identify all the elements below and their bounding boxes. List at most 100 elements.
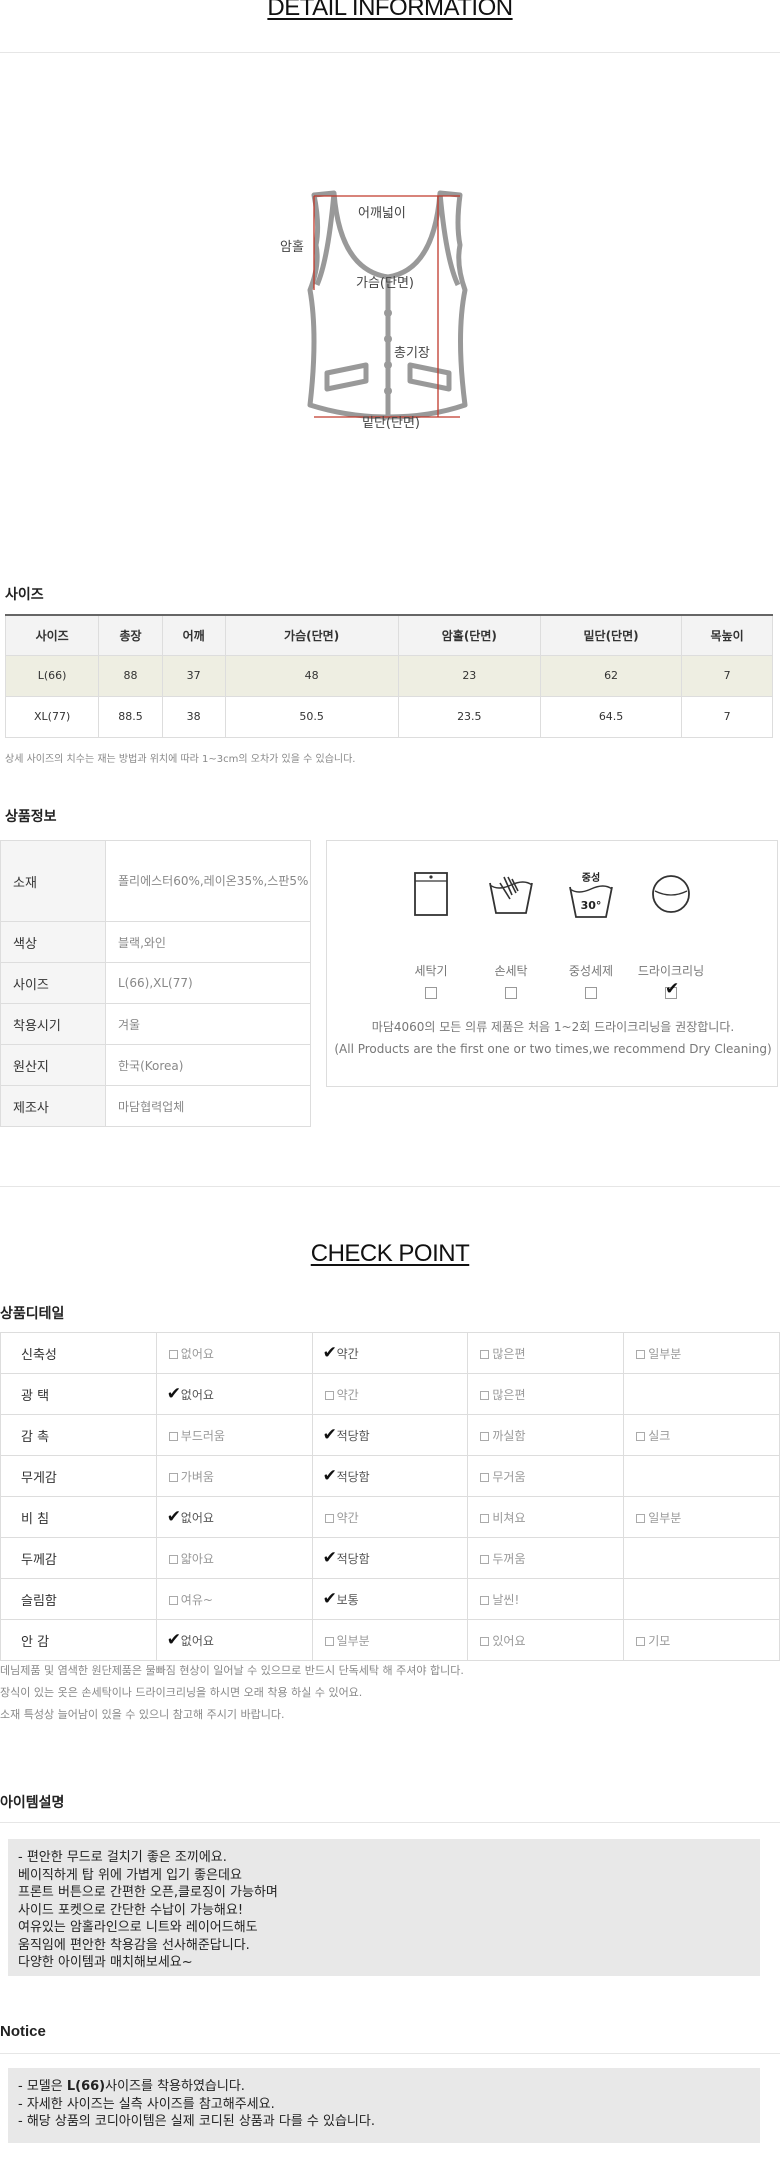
dry-cleaning-icon <box>652 875 690 913</box>
table-row: 신축성 없어요 ✔ 약간 많은편 일부분 <box>0 1332 780 1374</box>
table-row: XL(77) 88.5 38 50.5 23.5 64.5 7 <box>4 695 773 738</box>
option-label: 부드러움 <box>180 1428 225 1443</box>
check-mark-icon: ✔ <box>166 1629 182 1650</box>
check-mark-icon: ✔ <box>665 979 680 999</box>
table-row: 무게감 가벼움 ✔ 적당함 무거움 <box>0 1455 780 1497</box>
notice-text: - 모델은 <box>18 2079 67 2094</box>
size-cell: L(66) <box>4 654 100 697</box>
option-label: 많은편 <box>492 1346 526 1361</box>
checkbox-icon: ✔ <box>323 1466 337 1486</box>
table-row: 원산지 한국(Korea) <box>0 1044 311 1086</box>
item-desc-line: 다양한 아이템과 매치해보세요~ <box>18 1955 193 1970</box>
checkbox-icon <box>480 1595 490 1605</box>
checkbox-icon <box>636 1431 646 1441</box>
option-label: 약간 <box>336 1387 359 1402</box>
table-row: 소재 폴리에스터60%,레이온35%,스판5% <box>0 840 311 922</box>
check-point-cell: 가벼움 <box>155 1455 313 1497</box>
check-point-key: 무게감 <box>0 1455 157 1497</box>
check-point-key: 신축성 <box>0 1332 157 1374</box>
check-mark-icon: ✔ <box>322 1465 337 1486</box>
check-point-note: 장식이 있는 옷은 손세탁이나 드라이크리닝을 하시면 오래 착용 하실 수 있… <box>0 1686 363 1699</box>
option: 날씬! <box>480 1593 519 1607</box>
care-checkbox <box>505 987 517 999</box>
check-point-cell <box>623 1578 780 1620</box>
vest-diagram <box>307 190 468 420</box>
option-label: 일부분 <box>336 1633 370 1648</box>
table-row: 제조사 마담협력업체 <box>0 1085 311 1127</box>
care-label: 드라이크리닝 <box>637 964 705 978</box>
check-point-cell: 실크 <box>623 1414 780 1456</box>
info-value: 한국(Korea) <box>105 1044 311 1086</box>
option: 많은편 <box>480 1346 526 1361</box>
table-row: 비 침 ✔ 없어요 약간 비쳐요 일부분 <box>0 1496 780 1538</box>
check-point-cell <box>623 1537 780 1579</box>
size-cell: 88.5 <box>98 695 163 738</box>
size-table: 사이즈 총장 어깨 가슴(단면) 암홀(단면) 밑단(단면) 목높이 L(66)… <box>4 614 773 738</box>
checkbox-icon <box>168 1472 178 1482</box>
check-point-cell: 많은편 <box>467 1373 625 1415</box>
diagram-label-chest: 가슴(단면) <box>356 276 414 291</box>
option: 부드러움 <box>168 1428 225 1443</box>
table-row: 색상 블랙,와인 <box>0 921 311 963</box>
option-label: 있어요 <box>492 1633 526 1648</box>
option-label: 적당함 <box>336 1428 370 1443</box>
item-desc-box: - 편안한 무드로 걸치기 좋은 조끼에요. 베이직하게 탑 위에 가볍게 입기… <box>8 1839 760 1976</box>
detail-title: DETAIL INFORMATION <box>267 0 513 21</box>
check-point-cell: ✔ 없어요 <box>155 1496 313 1538</box>
info-value: 겨울 <box>105 1003 311 1045</box>
item-desc-heading: 아이템설명 <box>0 1795 65 1811</box>
neutral-detergent-icon: 중성 30° <box>569 871 613 918</box>
info-key: 원산지 <box>0 1044 106 1086</box>
check-point-cell: ✔ 없어요 <box>155 1373 313 1415</box>
size-cell: 7 <box>681 695 773 738</box>
detergent-badge-top: 중성 <box>582 871 600 884</box>
detergent-badge-bottom: 30° <box>581 899 602 912</box>
size-note: 상세 사이즈의 치수는 재는 방법과 위치에 따라 1~3cm의 오차가 있을 … <box>5 754 356 765</box>
option-selected: ✔ 없어요 <box>167 1507 214 1527</box>
option-selected: ✔ 보통 <box>323 1589 359 1609</box>
hand-wash-icon <box>489 876 533 914</box>
option-label: 없어요 <box>180 1346 214 1361</box>
check-point-cell: ✔ 적당함 <box>311 1414 469 1456</box>
option: 일부분 <box>636 1511 681 1525</box>
care-item-dry-cleaning: 드라이크리닝 ✔ <box>631 869 711 999</box>
checkbox-icon <box>324 1390 334 1400</box>
size-col-header: 총장 <box>98 614 163 656</box>
size-cell: 23 <box>397 654 541 697</box>
size-cell: 50.5 <box>224 695 399 738</box>
check-point-key: 감 촉 <box>0 1414 157 1456</box>
info-value: L(66),XL(77) <box>105 962 311 1004</box>
checkbox-icon <box>324 1513 334 1523</box>
option-label: 없어요 <box>180 1633 214 1648</box>
option-label: 실크 <box>648 1428 671 1443</box>
check-point-cell: 까실함 <box>467 1414 625 1456</box>
care-checkbox <box>425 987 437 999</box>
option-selected: ✔ 적당함 <box>323 1425 370 1445</box>
item-desc-line: 베이직하게 탑 위에 가볍게 입기 좋은데요 <box>18 1867 242 1883</box>
divider <box>0 1186 780 1187</box>
check-point-cell: 약간 <box>311 1373 469 1415</box>
option-label: 비쳐요 <box>492 1510 526 1525</box>
check-point-cell: 일부분 <box>623 1496 780 1538</box>
check-point-note: 데님제품 및 염색한 원단제품은 물빠짐 현상이 일어날 수 있으므로 반드시 … <box>0 1664 464 1677</box>
option-label: 얇아요 <box>180 1551 214 1566</box>
check-point-cell: ✔ 적당함 <box>311 1537 469 1579</box>
checkbox-icon <box>168 1349 178 1359</box>
check-point-cell: 두꺼움 <box>467 1537 625 1579</box>
table-row: 착용시기 겨울 <box>0 1003 311 1045</box>
care-panel: 세탁기 손세탁 중성 30° 중성세제 드라이크리닝 ✔ 마담4060의 모든 … <box>326 840 778 1087</box>
check-point-note: 소재 특성상 늘어남이 있을 수 있으니 참고해 주시기 바랍니다. <box>0 1708 285 1721</box>
size-cell: XL(77) <box>4 695 100 738</box>
check-point-cell: 많은편 <box>467 1332 625 1374</box>
checkbox-icon: ✔ <box>167 1507 181 1527</box>
info-value: 폴리에스터60%,레이온35%,스판5% <box>105 840 311 922</box>
check-point-cell: 여유~ <box>155 1578 313 1620</box>
option: 기모 <box>636 1634 670 1648</box>
size-cell: 38 <box>161 695 226 738</box>
size-col-header: 가슴(단면) <box>224 614 399 656</box>
care-label: 중성세제 <box>568 964 614 978</box>
check-point-table: 신축성 없어요 ✔ 약간 많은편 일부분 광 택 ✔ 없어요 약간 많은편 감 촉 부드러움 ✔ 적당함 까실… <box>0 1332 780 1661</box>
option: 약간 <box>324 1511 359 1525</box>
check-point-key: 안 감 <box>0 1619 157 1661</box>
info-value: 블랙,와인 <box>105 921 311 963</box>
